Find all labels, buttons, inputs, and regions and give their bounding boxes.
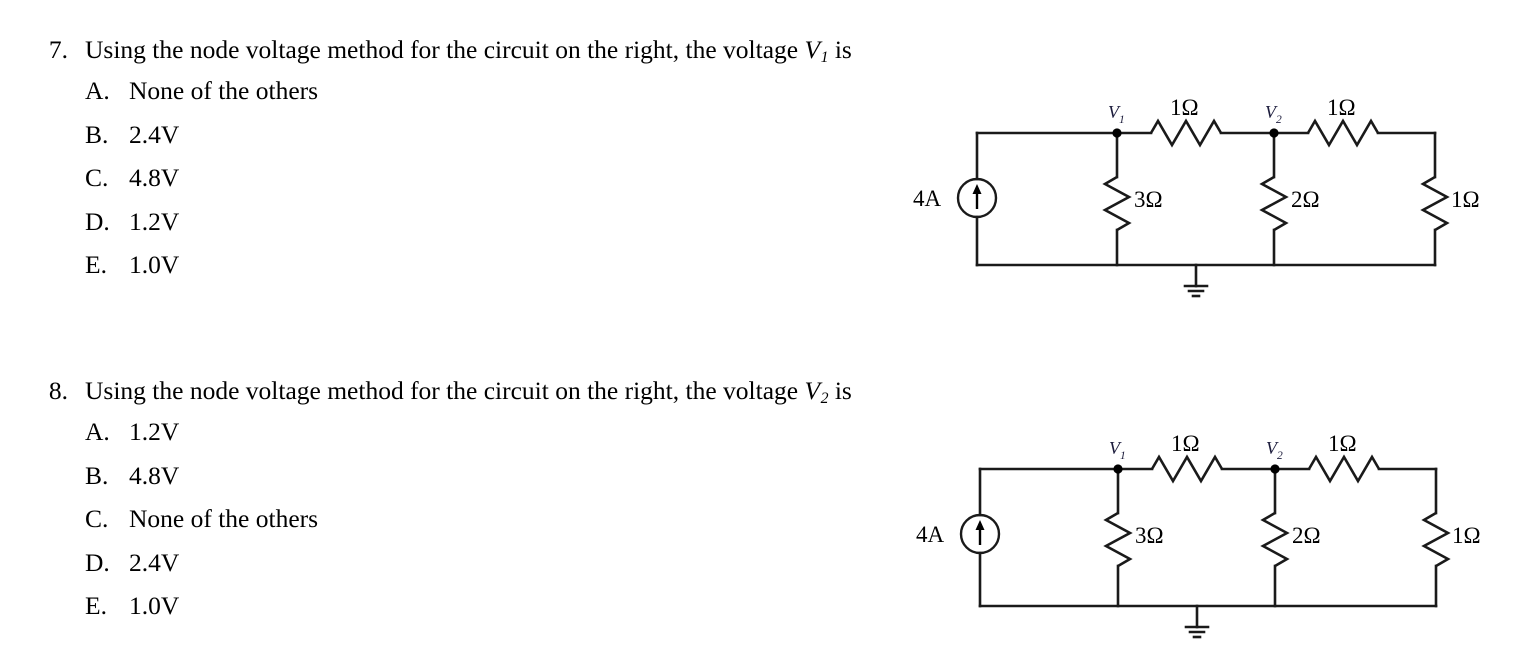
resistor-label-r1: 1Ω [1170, 95, 1199, 120]
resistor-label-r5: 1Ω [1452, 523, 1481, 548]
option-letter: E. [85, 591, 107, 621]
answer-option-e[interactable]: E. 1.0V [85, 593, 960, 637]
answer-option-e[interactable]: E. 1.0V [85, 252, 960, 296]
resistor-label-r1: 1Ω [1171, 431, 1200, 456]
node-label-v2: V2 [1266, 438, 1283, 462]
question-block-8: 8. Using the node voltage method for the… [0, 376, 960, 637]
question-number: 7. [48, 35, 68, 64]
circuit-svg: 4A V1 V2 1Ω 1Ω 3Ω 2Ω 1Ω [916, 431, 1481, 639]
current-source-arrowhead [975, 520, 985, 530]
answer-option-a[interactable]: A. 1.2V [85, 419, 960, 463]
answer-options-list: A. 1.2V B. 4.8V C. None of the others D.… [85, 419, 960, 637]
option-letter: C. [85, 163, 109, 193]
current-source-label: 4A [916, 522, 945, 547]
question-number: 8. [48, 376, 68, 405]
node-label-v2: V2 [1265, 102, 1282, 126]
question-stem: 8. Using the node voltage method for the… [0, 376, 960, 408]
current-source-arrowhead [972, 184, 982, 194]
node-dot-v2 [1270, 464, 1280, 474]
resistor-r4-symbol [1260, 511, 1290, 568]
resistor-r1-symbol [1149, 118, 1223, 148]
answer-option-c[interactable]: C. None of the others [85, 506, 960, 550]
answer-option-a[interactable]: A. None of the others [85, 78, 960, 122]
current-source-label: 4A [913, 186, 942, 211]
option-text: 1.2V [129, 206, 180, 236]
resistor-r3-symbol [1103, 511, 1133, 568]
circuit-svg: 4A V1 V2 1Ω 1Ω 3Ω 2Ω 1Ω [913, 95, 1480, 298]
resistor-r4-symbol [1259, 175, 1289, 232]
node-label-v1: V1 [1109, 438, 1126, 462]
question-stem: 7. Using the node voltage method for the… [0, 35, 960, 67]
node-label-v1: V1 [1108, 102, 1125, 126]
option-text: 2.4V [129, 119, 180, 149]
question-stem-before: Using the node voltage method for the ci… [85, 376, 799, 405]
question-variable: V1 [804, 35, 829, 67]
node-dot-v2 [1269, 128, 1279, 138]
question-block-7: 7. Using the node voltage method for the… [0, 35, 960, 296]
option-letter: B. [85, 119, 109, 149]
option-text: None of the others [129, 76, 319, 106]
circuit-diagram-2: 4A V1 V2 1Ω 1Ω 3Ω 2Ω 1Ω [900, 424, 1515, 639]
question-stem-after: is [834, 35, 852, 64]
answer-option-d[interactable]: D. 1.2V [85, 209, 960, 253]
option-text: 1.0V [129, 250, 180, 280]
worksheet-page: 7. Using the node voltage method for the… [0, 0, 1515, 663]
question-text: Using the node voltage method for the ci… [85, 376, 852, 408]
question-variable: V2 [804, 376, 829, 408]
resistor-r2-symbol [1307, 454, 1381, 484]
resistor-label-r4: 2Ω [1291, 187, 1320, 212]
answer-options-list: A. None of the others B. 2.4V C. 4.8V D.… [85, 78, 960, 296]
option-text: 1.2V [129, 417, 180, 447]
question-stem-before: Using the node voltage method for the ci… [85, 35, 799, 64]
option-text: None of the others [129, 504, 319, 534]
question-text: Using the node voltage method for the ci… [85, 35, 852, 67]
answer-option-b[interactable]: B. 2.4V [85, 122, 960, 166]
node-dot-v1 [1112, 128, 1122, 138]
resistor-label-r4: 2Ω [1292, 523, 1321, 548]
resistor-r5-symbol [1420, 175, 1450, 232]
option-letter: D. [85, 206, 110, 236]
option-letter: B. [85, 460, 109, 490]
option-letter: D. [85, 547, 110, 577]
node-dot-v1 [1113, 464, 1123, 474]
answer-option-b[interactable]: B. 4.8V [85, 463, 960, 507]
option-letter: C. [85, 504, 109, 534]
option-letter: E. [85, 250, 107, 280]
resistor-label-r3: 3Ω [1134, 187, 1163, 212]
resistor-label-r2: 1Ω [1328, 431, 1357, 456]
option-text: 4.8V [129, 163, 180, 193]
option-letter: A. [85, 417, 110, 447]
question-stem-after: is [834, 376, 852, 405]
circuit-diagram-1: 4A V1 V2 1Ω 1Ω 3Ω 2Ω 1Ω [900, 88, 1515, 303]
answer-option-d[interactable]: D. 2.4V [85, 550, 960, 594]
resistor-r1-symbol [1150, 454, 1224, 484]
resistor-r5-symbol [1421, 511, 1451, 568]
resistor-label-r2: 1Ω [1327, 95, 1356, 120]
option-text: 1.0V [129, 591, 180, 621]
answer-option-c[interactable]: C. 4.8V [85, 165, 960, 209]
option-text: 2.4V [129, 547, 180, 577]
option-letter: A. [85, 76, 110, 106]
option-text: 4.8V [129, 460, 180, 490]
resistor-r2-symbol [1306, 118, 1380, 148]
resistor-label-r3: 3Ω [1135, 523, 1164, 548]
resistor-label-r5: 1Ω [1451, 187, 1480, 212]
resistor-r3-symbol [1102, 175, 1132, 232]
